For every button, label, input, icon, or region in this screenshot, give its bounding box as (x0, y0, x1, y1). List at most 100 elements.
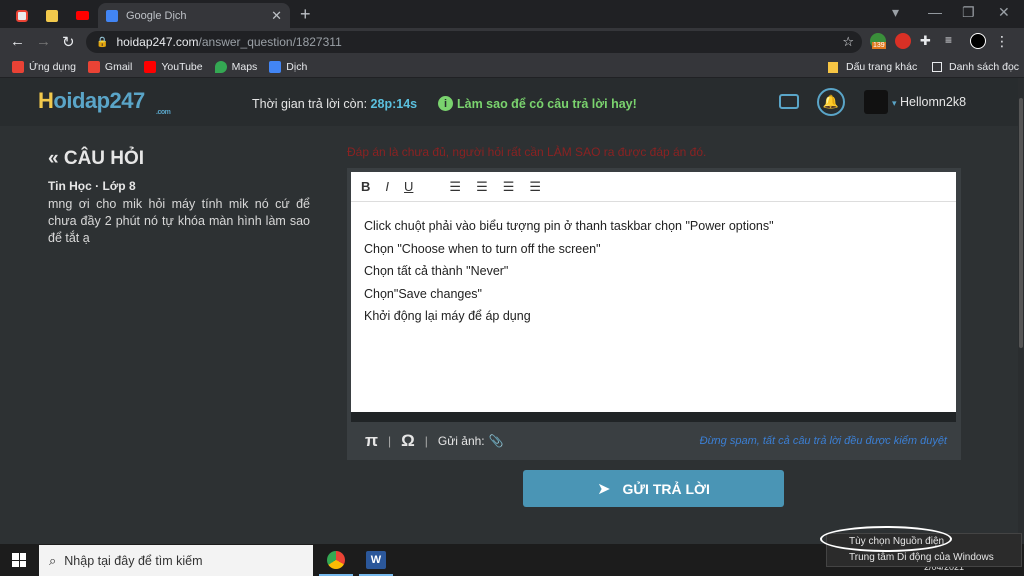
menu-icon[interactable]: ⋮ (995, 33, 1011, 49)
reading-list-label: Danh sách đọc (949, 61, 1020, 73)
italic-button[interactable]: I (385, 179, 389, 194)
align-right-icon[interactable]: ☰ (503, 179, 515, 195)
answer-editor: B I U ☰ ☰ ☰ ☰ Click chuột phải vào biểu … (347, 168, 961, 460)
question-body: mng ơi cho mik hỏi máy tính mik nó cứ để… (48, 197, 310, 245)
align-left-icon[interactable]: ☰ (449, 179, 461, 195)
reload-icon[interactable]: ↻ (62, 33, 75, 51)
hoidap-favicon-icon (46, 9, 58, 22)
answer-line: Chọn "Choose when to turn off the screen… (364, 241, 601, 256)
tab-title: Google Dịch (126, 9, 187, 22)
logo-suffix: .com (156, 109, 171, 116)
bookmark-gmail[interactable]: Gmail (87, 60, 132, 73)
puzzle-icon[interactable]: ✚ (920, 33, 936, 49)
pinned-tab-1[interactable] (8, 3, 36, 28)
bookmark-star-icon[interactable]: ☆ (842, 34, 854, 50)
site-logo[interactable]: Hoidap247 .com (38, 88, 171, 116)
spam-note: Đừng spam, tất cả câu trả lời đều được k… (699, 435, 947, 447)
bookmark-other-label: Dấu trang khác (846, 61, 918, 73)
close-window-icon[interactable]: ✕ (998, 4, 1010, 21)
timer-label: Thời gian trả lời còn: (252, 97, 368, 111)
bookmark-youtube[interactable]: YouTube (144, 60, 203, 73)
reading-list[interactable]: Danh sách đọc (932, 56, 1019, 78)
upload-image-label: Gửi ảnh: (437, 434, 485, 448)
search-placeholder: Nhập tại đây để tìm kiếm (64, 553, 203, 568)
question-subject: Tin Học · Lớp 8 (48, 179, 136, 193)
google-translate-icon (106, 9, 118, 22)
gmail-icon (87, 60, 100, 73)
taskbar-chrome[interactable] (319, 547, 353, 576)
browser-toolbar: ← → ↻ 🔒 hoidap247.com/answer_question/18… (0, 28, 1024, 56)
bookmark-other[interactable]: Dấu trang khác (828, 56, 917, 78)
answer-textarea[interactable]: Click chuột phải vào biểu tượng pin ở th… (351, 202, 956, 412)
browser-tab-bar: Google Dịch ✕ + ▾ — ❐ ✕ (0, 0, 1024, 28)
bookmark-dich[interactable]: Dịch (269, 60, 308, 73)
align-justify-icon[interactable]: ☰ (529, 179, 541, 195)
answer-line: Chọn"Save changes" (364, 286, 482, 301)
address-bar[interactable]: 🔒 hoidap247.com/answer_question/1827311 … (86, 31, 862, 53)
tips-label: Làm sao để có câu trả lời hay! (457, 96, 637, 111)
user-menu[interactable]: ▾ Hellomn2k8 (892, 95, 966, 109)
answer-warning: Đáp án là chưa đủ, người hỏi rất cần LÀM… (347, 145, 707, 159)
media-icon[interactable]: ≡ (945, 33, 961, 49)
word-icon: W (366, 551, 386, 569)
math-pi-button[interactable]: π (365, 431, 378, 451)
symbol-omega-button[interactable]: Ω (401, 431, 415, 451)
site-header: Hoidap247 .com Thời gian trả lời còn: 28p… (0, 78, 1020, 126)
align-center-icon[interactable]: ☰ (476, 179, 488, 195)
chrome-icon (327, 551, 345, 569)
bookmark-apps[interactable]: Ứng dụng (12, 60, 76, 73)
editor-toolbar: B I U ☰ ☰ ☰ ☰ (351, 172, 956, 202)
paperclip-icon[interactable]: 📎 (489, 434, 504, 448)
bold-button[interactable]: B (361, 179, 370, 194)
tab-search-icon[interactable]: ▾ (892, 4, 899, 21)
answer-line: Chọn tất cả thành "Never" (364, 264, 509, 278)
chat-icon[interactable] (779, 94, 799, 109)
menu-item-mobility-center[interactable]: Trung tâm Di động của Windows (827, 550, 1021, 566)
extension-badge: 139 (872, 42, 886, 49)
youtube-icon (75, 11, 89, 20)
page-scrollbar[interactable] (1018, 78, 1024, 544)
new-tab-button[interactable]: + (300, 4, 311, 25)
restore-icon[interactable]: ❐ (962, 4, 975, 21)
forward-icon[interactable]: → (36, 33, 51, 50)
lock-icon: 🔒 (96, 36, 109, 48)
taskbar-search-input[interactable]: ⌕ Nhập tại đây để tìm kiếm (39, 545, 313, 576)
bookmark-label: Dịch (286, 60, 308, 73)
tab-google-dich[interactable]: Google Dịch ✕ (98, 3, 290, 28)
answer-line: Click chuột phải vào biểu tượng pin ở th… (364, 219, 774, 233)
record-extension-icon[interactable] (895, 33, 911, 49)
extension-icon[interactable]: 139 (870, 33, 886, 49)
editor-resize-bar[interactable] (351, 412, 956, 422)
apps-grid-icon (12, 60, 24, 73)
timer-value: 28p:14s (370, 97, 418, 111)
extensions: 139 ✚ ≡ ⋮ (870, 33, 1011, 49)
windows-start-icon[interactable] (12, 553, 26, 567)
pinned-tab-youtube[interactable] (68, 3, 96, 28)
url-domain: hoidap247.com (116, 35, 199, 49)
logo-h: H (38, 88, 54, 113)
maps-pin-icon (214, 60, 227, 73)
annotation-circle (820, 526, 952, 552)
send-plane-icon: ➤ (597, 480, 611, 498)
bell-icon[interactable]: 🔔 (817, 88, 845, 116)
question-heading[interactable]: « CÂU HỎI (48, 148, 144, 170)
url-path: /answer_question/1827311 (198, 35, 342, 49)
chevron-down-icon: ▾ (892, 98, 897, 108)
bookmark-label: Maps (231, 60, 258, 73)
web-page: Hoidap247 .com Thời gian trả lời còn: 28p… (0, 78, 1024, 544)
tips-link[interactable]: i Làm sao để có câu trả lời hay! (438, 96, 637, 111)
bookmark-maps[interactable]: Maps (214, 60, 258, 73)
back-icon[interactable]: ← (10, 33, 25, 50)
close-tab-icon[interactable]: ✕ (271, 8, 282, 24)
submit-answer-button[interactable]: ➤ GỬI TRẢ LỜI (523, 470, 784, 507)
profile-avatar[interactable] (970, 33, 986, 49)
scrollbar-thumb[interactable] (1019, 98, 1023, 348)
search-icon: ⌕ (49, 552, 57, 568)
pinned-tab-2[interactable] (38, 3, 66, 28)
taskbar-word[interactable]: W (359, 547, 393, 576)
underline-button[interactable]: U (404, 179, 413, 194)
user-avatar[interactable] (864, 90, 888, 114)
youtube-icon (144, 60, 157, 73)
bookmarks-bar: Ứng dụng Gmail YouTube Maps Dịch Dấu tra… (0, 56, 1024, 78)
minimize-icon[interactable]: — (928, 4, 942, 20)
